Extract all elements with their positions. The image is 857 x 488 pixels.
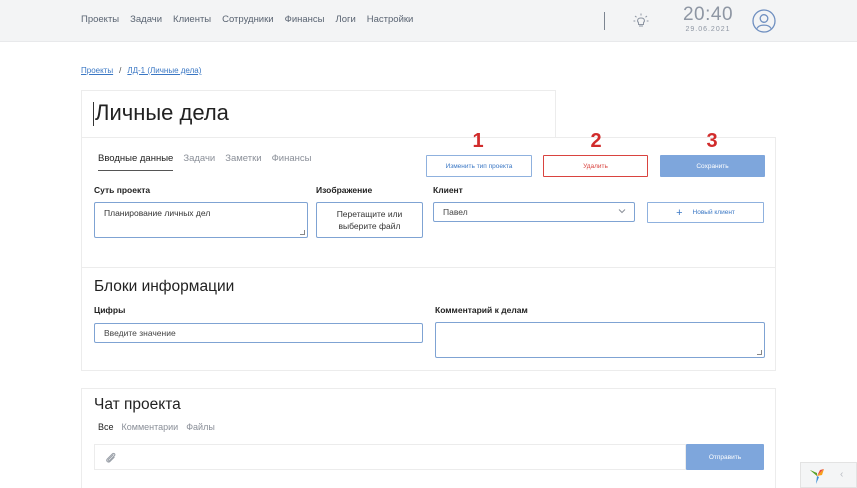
chat-heading: Чат проекта bbox=[94, 396, 181, 413]
send-button[interactable]: Отправить bbox=[686, 444, 764, 470]
text-cursor bbox=[93, 102, 94, 126]
info-blocks-heading: Блоки информации bbox=[94, 278, 235, 295]
delete-button[interactable]: Удалить bbox=[543, 155, 648, 177]
nav-item-clients[interactable]: Клиенты bbox=[173, 14, 211, 25]
essence-textarea[interactable]: Планирование личных дел bbox=[94, 202, 308, 238]
clock-time: 20:40 bbox=[682, 4, 734, 25]
nav-divider bbox=[604, 12, 605, 30]
tab-finance[interactable]: Финансы bbox=[272, 153, 312, 171]
chat-tab-files[interactable]: Файлы bbox=[186, 422, 215, 432]
breadcrumb-current-link[interactable]: ЛД-1 (Личные дела) bbox=[127, 66, 201, 75]
chat-tabs: Все Комментарии Файлы bbox=[98, 422, 215, 432]
annotation-number-1: 1 bbox=[472, 130, 484, 152]
resize-handle-icon[interactable] bbox=[757, 350, 762, 355]
add-client-button[interactable]: + Новый клиент bbox=[647, 202, 764, 223]
section-divider bbox=[82, 267, 775, 268]
annotation-number-2: 2 bbox=[590, 130, 602, 152]
add-client-label: Новый клиент bbox=[692, 209, 735, 216]
essence-value: Планирование личных дел bbox=[104, 208, 211, 218]
client-label: Клиент bbox=[433, 185, 463, 195]
project-form-card: Вводные данные Задачи Заметки Финансы 1 … bbox=[81, 130, 776, 371]
breadcrumb-separator: / bbox=[119, 66, 122, 75]
comment-label: Комментарий к делам bbox=[435, 305, 528, 315]
project-title[interactable]: Личные дела bbox=[95, 100, 229, 126]
essence-label: Суть проекта bbox=[94, 185, 151, 195]
main-nav: Проекты Задачи Клиенты Сотрудники Финанс… bbox=[81, 14, 413, 25]
image-label: Изображение bbox=[316, 185, 373, 195]
annotation-number-3: 3 bbox=[706, 130, 718, 152]
nav-item-finance[interactable]: Финансы bbox=[285, 14, 325, 25]
chat-tab-all[interactable]: Все bbox=[98, 422, 114, 432]
change-project-type-button[interactable]: Изменить тип проекта bbox=[426, 155, 532, 177]
save-button[interactable]: Сохранить bbox=[660, 155, 765, 177]
dropzone-text-line1: Перетащите или bbox=[336, 209, 403, 219]
nav-item-projects[interactable]: Проекты bbox=[81, 14, 119, 25]
top-navigation-bar: Проекты Задачи Клиенты Сотрудники Финанс… bbox=[0, 0, 857, 42]
tab-tasks[interactable]: Задачи bbox=[183, 153, 215, 171]
image-dropzone[interactable]: Перетащите или выберите файл bbox=[316, 202, 423, 238]
clock: 20:40 29.06.2021 bbox=[676, 4, 740, 34]
numbers-placeholder: Введите значение bbox=[104, 328, 176, 338]
dropzone-text-line2: выберите файл bbox=[338, 221, 401, 231]
project-tabs: Вводные данные Задачи Заметки Финансы bbox=[98, 153, 311, 171]
tab-intro-data[interactable]: Вводные данные bbox=[98, 153, 174, 171]
chat-tab-comments[interactable]: Комментарии bbox=[122, 422, 179, 432]
nav-item-logs[interactable]: Логи bbox=[335, 14, 355, 25]
debug-toolbar-widget[interactable]: ‹ bbox=[800, 462, 857, 488]
nav-item-settings[interactable]: Настройки bbox=[367, 14, 414, 25]
plus-icon: + bbox=[676, 206, 683, 219]
chevron-left-icon[interactable]: ‹ bbox=[840, 469, 843, 480]
client-selected-value: Павел bbox=[443, 207, 468, 217]
client-select[interactable]: Павел bbox=[433, 202, 635, 222]
project-chat-card: Чат проекта Все Комментарии Файлы Отправ… bbox=[81, 388, 776, 488]
clock-date: 29.06.2021 bbox=[685, 26, 731, 33]
yii-logo-icon bbox=[810, 469, 824, 484]
nav-item-tasks[interactable]: Задачи bbox=[130, 14, 162, 25]
breadcrumb-projects-link[interactable]: Проекты bbox=[81, 66, 113, 75]
comment-textarea[interactable] bbox=[435, 322, 765, 358]
breadcrumb: Проекты / ЛД-1 (Личные дела) bbox=[81, 66, 201, 75]
paperclip-icon[interactable] bbox=[104, 451, 118, 465]
numbers-label: Цифры bbox=[94, 305, 126, 315]
lightbulb-icon[interactable] bbox=[632, 12, 650, 30]
numbers-input[interactable]: Введите значение bbox=[94, 323, 423, 343]
tab-notes[interactable]: Заметки bbox=[225, 153, 261, 171]
chat-message-input[interactable] bbox=[94, 444, 686, 470]
user-avatar-icon[interactable] bbox=[752, 9, 776, 33]
nav-item-employees[interactable]: Сотрудники bbox=[222, 14, 273, 25]
resize-handle-icon[interactable] bbox=[300, 230, 305, 235]
chevron-down-icon bbox=[618, 209, 626, 214]
